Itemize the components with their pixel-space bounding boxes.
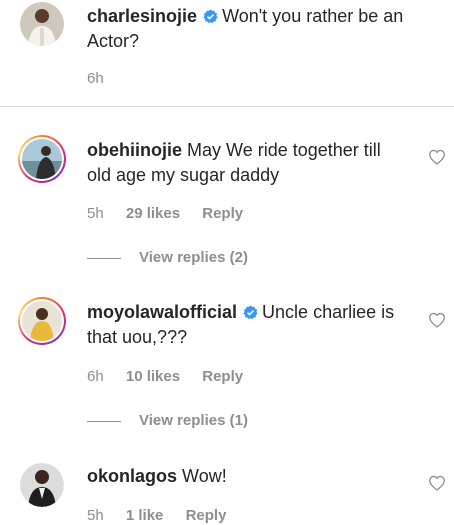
view-replies-button[interactable]: View replies (2) xyxy=(87,249,248,266)
caption-username[interactable]: charlesinojie xyxy=(87,6,197,26)
view-replies-label: View replies (1) xyxy=(139,412,248,429)
comment-text: Wow! xyxy=(182,466,227,486)
profile-photo-icon xyxy=(22,301,62,341)
profile-photo-icon xyxy=(20,2,64,46)
view-replies-label: View replies (2) xyxy=(139,249,248,266)
caption-time: 6h xyxy=(87,70,104,87)
profile-photo-icon xyxy=(22,139,62,179)
caption-divider xyxy=(0,106,454,107)
avatar-moyolawalofficial[interactable] xyxy=(18,297,66,345)
comment-username[interactable]: moyolawalofficial xyxy=(87,302,237,322)
avatar-obehiinojie[interactable] xyxy=(18,135,66,183)
avatar-okonlagos[interactable] xyxy=(20,463,64,507)
verified-badge-icon xyxy=(203,9,218,24)
comment-time: 5h xyxy=(87,507,104,524)
comment-likes[interactable]: 29 likes xyxy=(126,205,180,222)
reply-button[interactable]: Reply xyxy=(202,368,243,385)
comment-likes[interactable]: 10 likes xyxy=(126,368,180,385)
verified-badge-icon xyxy=(243,305,258,320)
comment-likes[interactable]: 1 like xyxy=(126,507,164,524)
like-heart-icon[interactable] xyxy=(428,475,446,491)
view-replies-button[interactable]: View replies (1) xyxy=(87,412,248,429)
like-heart-icon[interactable] xyxy=(428,312,446,328)
comment-username[interactable]: okonlagos xyxy=(87,466,177,486)
comment-time: 5h xyxy=(87,205,104,222)
reply-button[interactable]: Reply xyxy=(186,507,227,524)
replies-divider-line xyxy=(87,420,121,422)
like-heart-icon[interactable] xyxy=(428,149,446,165)
comment-time: 6h xyxy=(87,368,104,385)
comment-username[interactable]: obehiinojie xyxy=(87,140,182,160)
reply-button[interactable]: Reply xyxy=(202,205,243,222)
avatar-charlesinojie[interactable] xyxy=(20,2,64,46)
profile-photo-icon xyxy=(20,463,64,507)
replies-divider-line xyxy=(87,257,121,259)
